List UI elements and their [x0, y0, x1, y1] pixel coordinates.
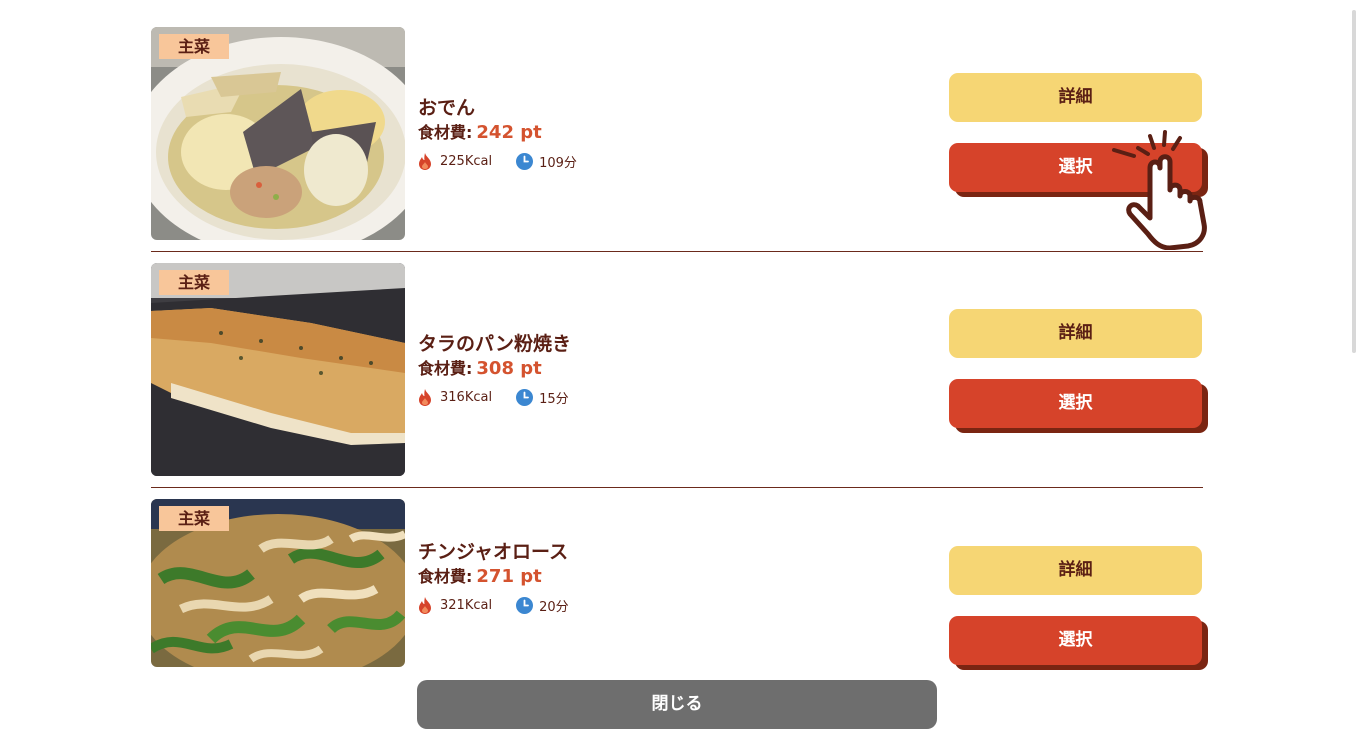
cost-value: 308 pt — [476, 358, 542, 379]
pointing-hand-icon — [1112, 130, 1207, 250]
dish-meta: 225Kcal 109分 — [418, 151, 577, 171]
dish-cost: 食材費: 308 pt — [418, 358, 571, 380]
category-tag: 主菜 — [159, 34, 229, 59]
flame-icon — [419, 596, 431, 614]
time-value: 109分 — [539, 155, 577, 171]
dish-name: おでん — [418, 97, 476, 119]
select-button[interactable]: 選択 — [949, 379, 1202, 428]
detail-button[interactable]: 詳細 — [949, 73, 1202, 122]
divider — [151, 251, 1203, 252]
scrollbar-thumb[interactable] — [1352, 10, 1356, 353]
category-tag: 主菜 — [159, 506, 229, 531]
dish-item-cod: 主菜 タラのパン粉焼き 食材費: 308 pt 316Kcal 15分 詳細 選択 — [151, 263, 1203, 499]
dish-list: 主菜 おでん 食材費: 242 pt 225Kcal 109分 詳細 選択 主菜… — [151, 27, 1203, 669]
cost-value: 242 pt — [476, 122, 542, 143]
clock-icon — [516, 388, 534, 406]
dish-photo-cod: 主菜 — [151, 263, 405, 476]
cost-label: 食材費: — [418, 359, 473, 378]
calories-value: 316Kcal — [440, 389, 493, 405]
dish-item-pepper-steak: 主菜 チンジャオロース 食材費: 271 pt 321Kcal 20分 詳細 選択 — [151, 499, 1203, 669]
time-value: 20分 — [539, 599, 569, 615]
calories-value: 321Kcal — [440, 597, 493, 613]
dish-cost: 食材費: 242 pt — [418, 122, 577, 144]
dish-photo-pepper-steak: 主菜 — [151, 499, 405, 667]
dish-info: タラのパン粉焼き 食材費: 308 pt 316Kcal 15分 — [418, 332, 571, 407]
dish-info: おでん 食材費: 242 pt 225Kcal 109分 — [418, 96, 577, 171]
cost-label: 食材費: — [418, 567, 473, 586]
flame-icon — [419, 152, 431, 170]
dish-name: タラのパン粉焼き — [418, 333, 571, 355]
close-button[interactable]: 閉じる — [417, 680, 937, 729]
category-tag: 主菜 — [159, 270, 229, 295]
calories-value: 225Kcal — [440, 153, 493, 169]
dish-cost: 食材費: 271 pt — [418, 566, 569, 588]
detail-button[interactable]: 詳細 — [949, 309, 1202, 358]
clock-icon — [516, 596, 534, 614]
dish-item-oden: 主菜 おでん 食材費: 242 pt 225Kcal 109分 詳細 選択 — [151, 27, 1203, 263]
select-button[interactable]: 選択 — [949, 616, 1202, 665]
dish-info: チンジャオロース 食材費: 271 pt 321Kcal 20分 — [418, 540, 569, 615]
cost-label: 食材費: — [418, 123, 473, 142]
divider — [151, 487, 1203, 488]
flame-icon — [419, 388, 431, 406]
dish-photo-oden: 主菜 — [151, 27, 405, 240]
time-value: 15分 — [539, 391, 569, 407]
dish-meta: 321Kcal 20分 — [418, 595, 569, 615]
scrollbar[interactable] — [1338, 0, 1362, 755]
clock-icon — [516, 152, 534, 170]
cost-value: 271 pt — [476, 566, 542, 587]
detail-button[interactable]: 詳細 — [949, 546, 1202, 595]
dish-name: チンジャオロース — [418, 541, 569, 563]
dish-meta: 316Kcal 15分 — [418, 387, 571, 407]
